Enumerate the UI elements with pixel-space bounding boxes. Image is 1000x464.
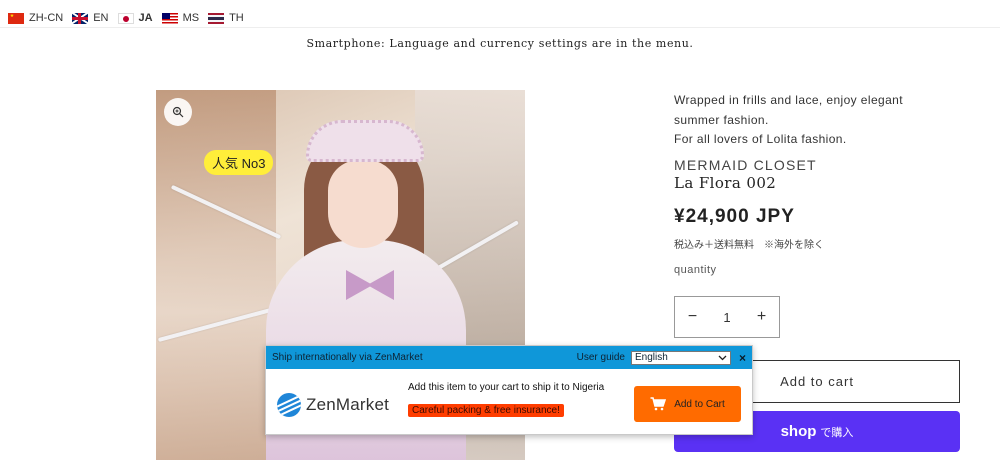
tax-shipping-note: 税込み＋送料無料 ※海外を除く [674,239,824,251]
zoom-icon [172,106,184,118]
zenmarket-add-to-cart-button[interactable]: Add to Cart [634,386,741,422]
cart-icon [650,397,667,411]
quantity-input[interactable]: 1 [710,310,744,325]
zenmarket-header-title: Ship internationally via ZenMarket [272,352,423,363]
zenmarket-message: Add this item to your cart to ship it to… [408,382,605,393]
shop-pay-logo: shop [780,423,817,440]
quantity-increase-button[interactable]: + [744,308,779,326]
quantity-stepper: − 1 + [674,296,780,338]
lang-code: TH [229,12,244,24]
uk-flag-icon [72,12,89,24]
user-guide-link[interactable]: User guide [577,352,625,363]
description-line: For all lovers of Lolita fashion. [674,132,847,146]
thailand-flag-icon [208,12,225,24]
zenmarket-add-to-cart-label: Add to Cart [674,398,725,410]
japan-flag-icon [117,12,134,24]
zenmarket-header: Ship internationally via ZenMarket User … [266,346,752,369]
language-bar: ZH-CN EN JA MS TH [8,12,244,24]
lang-code: JA [138,12,153,24]
lang-ja[interactable]: JA [117,12,153,24]
product-info: Wrapped in frills and lace, enjoy elegan… [674,91,974,452]
zenmarket-logo: ZenMarket [277,393,389,417]
model-headdress [306,120,424,162]
quantity-decrease-button[interactable]: − [675,308,710,326]
shop-pay-label: で購入 [820,426,854,439]
lang-code: ZH-CN [29,12,64,24]
lang-en[interactable]: EN [72,12,109,24]
top-clipped-text [470,0,560,2]
product-description: Wrapped in frills and lace, enjoy elegan… [674,91,974,150]
malaysia-flag-icon [161,12,178,24]
description-line: Wrapped in frills and lace, enjoy elegan… [674,93,903,107]
quantity-label: quantity [674,263,717,276]
chevron-down-icon [718,355,727,360]
zenmarket-logo-mark [277,393,301,417]
language-select[interactable]: English [630,350,731,365]
close-icon[interactable]: × [739,351,746,365]
product-price: ¥24,900 JPY [674,205,795,227]
product-brand: MERMAID CLOSET [674,156,817,173]
header-divider [0,27,1000,28]
ranking-badge: 人気 No3 [204,150,274,175]
lang-code: EN [93,12,109,24]
lang-th[interactable]: TH [208,12,244,24]
china-flag-icon [8,12,24,24]
lang-ms[interactable]: MS [161,12,200,24]
lang-zh-cn[interactable]: ZH-CN [8,12,63,24]
description-line: summer fashion. [674,112,769,127]
language-select-value: English [634,352,668,363]
zenmarket-popup: Ship internationally via ZenMarket User … [265,345,753,435]
zenmarket-logo-text: ZenMarket [306,395,390,414]
model-face [328,160,398,248]
product-title: La Flora 002 [674,173,777,192]
image-background-left [156,90,276,460]
zenmarket-insurance-badge: Careful packing & free insurance! [408,404,564,417]
smartphone-notice: Smartphone: Language and currency settin… [306,37,694,50]
lang-code: MS [182,12,200,24]
zoom-button[interactable] [164,98,192,126]
